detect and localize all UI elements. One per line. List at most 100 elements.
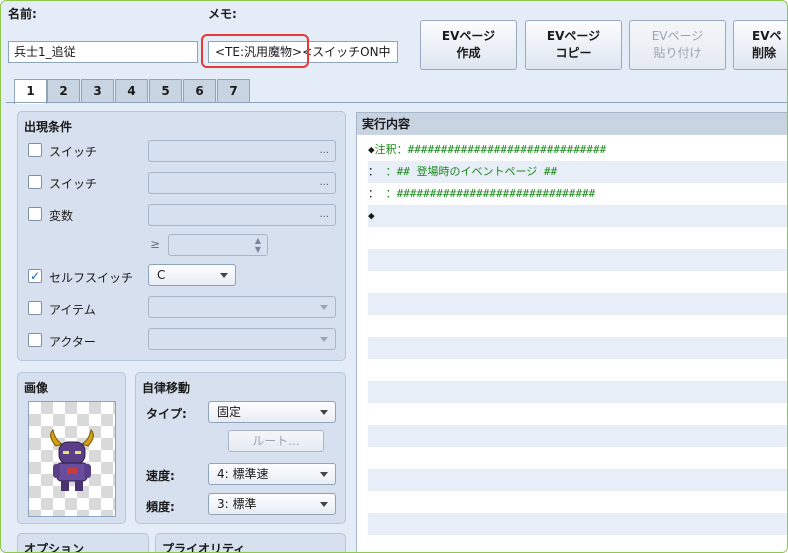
speed-value: 4: 標準速 [217,467,269,481]
self-switch-label: セルフスイッチ [49,271,134,285]
empty-row [368,469,787,491]
command-prefix: ◆ [368,143,375,156]
empty-row [368,447,787,469]
switch1-selector[interactable]: ... [148,140,336,162]
empty-row [368,535,787,552]
command-line[interactable]: ： ：## 登場時のイベントページ ## [368,161,787,183]
self-switch-checkbox[interactable]: ✓ [28,269,42,283]
tab-page-2[interactable]: 2 [47,79,80,102]
spinner-arrows-icon: ▲ ▼ [254,236,261,254]
options-title: オプション [24,542,85,553]
switch1-ellipsis: ... [319,145,329,156]
event-contents-list[interactable]: 実行内容 ◆注釈：############################## … [356,112,787,552]
command-line[interactable]: ◆ [368,205,787,227]
empty-row [368,271,787,293]
copy-page-button[interactable]: EVページ コピー [525,20,622,70]
tab-page-6[interactable]: 6 [183,79,216,102]
chevron-down-icon [320,472,328,477]
delete-page-label-1: EVペ [752,29,782,43]
event-editor-window: 名前: 兵士1_追従 メモ: <TE:汎用魔物><スイッチON中 EVページ 作… [0,0,788,553]
speed-select[interactable]: 4: 標準速 [208,463,336,485]
movement-type-value: 固定 [217,405,242,419]
contents-title: 実行内容 [357,113,787,135]
empty-row [368,227,787,249]
variable-selector[interactable]: ... [148,204,336,226]
paste-page-label-2: 貼り付け [653,46,702,60]
chevron-down-icon [320,305,328,310]
command-prefix: ◆ [368,209,375,222]
movement-type-label: タイプ: [146,407,187,421]
item-select[interactable] [148,296,336,318]
name-field[interactable]: 兵士1_追従 [8,41,198,63]
create-page-button[interactable]: EVページ 作成 [420,20,517,70]
switch2-ellipsis: ... [319,177,329,188]
empty-row [368,359,787,381]
variable-label: 変数 [49,209,74,223]
movement-title: 自律移動 [142,381,191,395]
switch2-checkbox[interactable] [28,175,42,189]
empty-row [368,381,787,403]
character-image-preview[interactable] [28,401,116,517]
priority-panel: プライオリティ [155,533,346,553]
empty-row [368,249,787,271]
tab-page-5[interactable]: 5 [149,79,182,102]
chevron-down-icon [320,337,328,342]
frequency-select[interactable]: 3: 標準 [208,493,336,515]
switch2-label: スイッチ [49,177,98,191]
tab-page-3[interactable]: 3 [81,79,114,102]
variable-ellipsis: ... [319,209,329,220]
actor-select[interactable] [148,328,336,350]
create-page-label-1: EVページ [441,29,496,43]
command-line[interactable]: ： ：############################## [368,183,787,205]
paste-page-label-1: EVページ [651,29,704,43]
empty-row [368,337,787,359]
name-label: 名前: [8,7,37,21]
command-text: ：############################## [379,187,596,200]
frequency-label: 頻度: [146,500,175,514]
empty-row [368,425,787,447]
empty-row [368,491,787,513]
empty-row [368,315,787,337]
command-prefix: ： [368,187,379,200]
item-checkbox[interactable] [28,301,42,315]
variable-checkbox[interactable] [28,207,42,221]
tab-page-7[interactable]: 7 [217,79,250,102]
conditions-title: 出現条件 [24,120,73,134]
delete-page-button[interactable]: EVペ 削除 [733,20,787,70]
item-label: アイテム [49,303,96,317]
route-button[interactable]: ルート... [228,430,324,452]
options-panel: オプション [17,533,149,553]
priority-title: プライオリティ [162,542,246,553]
tab-page-1[interactable]: 1 [14,79,47,104]
gte-symbol: ≥ [150,237,161,251]
chevron-down-icon [220,273,228,278]
autonomous-movement-panel: 自律移動 タイプ: 固定 ルート... 速度: 4: 標準速 頻度: 3: 標準 [135,372,346,524]
actor-checkbox[interactable] [28,333,42,347]
empty-row [368,513,787,535]
variable-value-spinner[interactable]: ▲ ▼ [168,234,268,256]
memo-label: メモ: [208,7,237,21]
frequency-value: 3: 標準 [217,497,257,511]
create-page-label-2: 作成 [456,46,481,60]
self-switch-value: C [157,268,166,282]
chevron-down-icon [320,410,328,415]
memo-highlight-box [201,34,309,68]
command-text: ：## 登場時のイベントページ ## [379,165,558,178]
speed-label: 速度: [146,469,175,483]
tab-page-4[interactable]: 4 [115,79,148,102]
copy-page-label-2: コピー [555,46,592,60]
tab-divider [6,102,787,103]
switch1-label: スイッチ [49,145,98,159]
image-title: 画像 [24,381,49,395]
command-line[interactable]: ◆注釈：############################## [368,139,787,161]
movement-type-select[interactable]: 固定 [208,401,336,423]
paste-page-button[interactable]: EVページ 貼り付け [629,20,726,70]
command-prefix: ： [368,165,379,178]
switch2-selector[interactable]: ... [148,172,336,194]
conditions-panel: 出現条件 スイッチ ... スイッチ ... 変数 ... ≥ ▲ ▼ ✓ セルフ… [17,111,346,361]
switch1-checkbox[interactable] [28,143,42,157]
empty-row [368,403,787,425]
self-switch-select[interactable]: C [148,264,236,286]
image-panel: 画像 [17,372,126,524]
contents-lines: ◆注釈：############################## ： ：##… [368,139,787,552]
